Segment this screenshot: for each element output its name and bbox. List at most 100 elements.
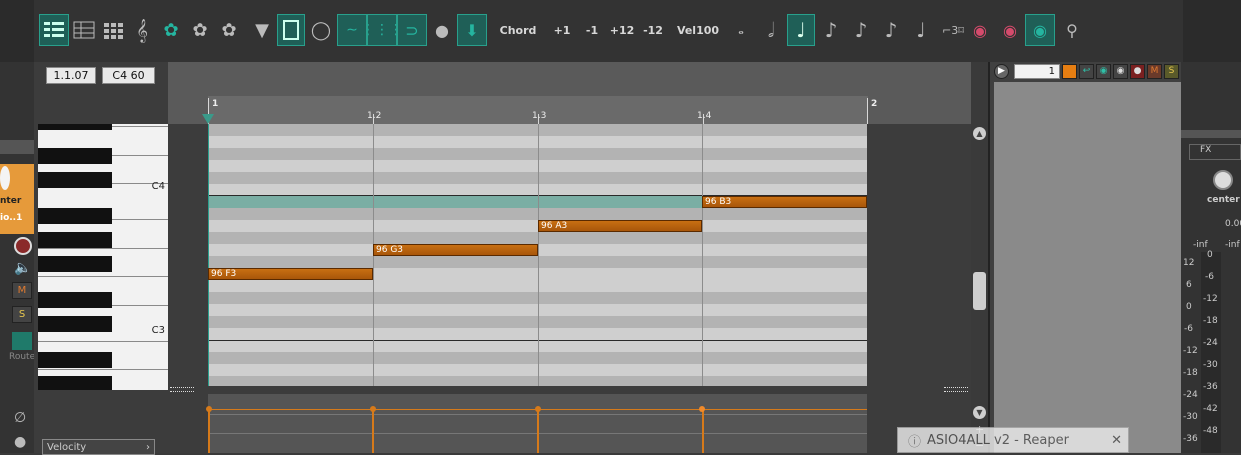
midi-note[interactable]: 96 A3 [538,220,702,232]
track-solo-button[interactable]: S [1164,63,1179,79]
loop-icon[interactable]: ✿ [216,15,242,45]
meter [1201,252,1221,453]
speaker-icon: 🔈 [14,260,32,276]
phase-icon[interactable]: ∅ [14,410,26,426]
transpose-minus1-button[interactable]: -1 [582,15,602,45]
piano-keys[interactable]: C4 C3 [38,124,168,390]
peak-right-label: -inf [1225,240,1240,250]
ruler-mark-1-4: 1.4 [697,111,712,121]
named-notes-view-icon[interactable] [70,15,98,45]
scroll-up-icon[interactable]: ▲ [973,127,986,140]
ruler-mark-1-3: 1.3 [532,111,547,121]
toolbar: 𝄞 ✿ ✿ ✿ ▼ ◯ ∼ ⋮⋮⋮ ⊃ ● ⬇ Chord +1 -1 +12 … [0,0,1241,62]
track-list-panel: ▶ 1 ↩ ◉ ◉ ● M S [988,62,1181,453]
track-mixer-strip: nter io..1 🔈 M S Route ∅ ● [0,62,36,453]
return-icon[interactable]: ↩ [1079,63,1094,79]
fx-button[interactable]: FX [1189,144,1241,160]
vertical-scrollbar[interactable]: ▲ ▼ [971,124,988,424]
track-header: ▶ 1 ↩ ◉ ◉ ● M S [994,62,1181,80]
selected-pitch-row [208,196,703,208]
play-from-icon[interactable]: ✿ [187,15,213,45]
triplet-icon[interactable]: ⌐3⌑ [940,15,966,45]
pan-label: center [1207,195,1240,205]
piano-keyboard-panel: 1.1.07 C4 60 C4 C3 [34,62,168,453]
zoom-search-icon[interactable]: ⚲ [1058,15,1086,45]
record-icon[interactable]: ● [1130,63,1145,79]
filter-icon[interactable]: ▼ [250,15,274,45]
play-icon[interactable]: ▶ [994,63,1009,79]
floating-window-title: ASIO4ALL v2 - Reaper [927,432,1069,448]
key-label-c4: C4 [151,181,165,192]
velocity-button[interactable]: Vel100 [676,15,720,45]
dotted-note-icon[interactable]: ♩ [910,15,932,45]
notation-view-icon[interactable]: 𝄞 [130,15,154,45]
fx-bypass-icon[interactable]: ● [14,434,26,450]
chord-button[interactable]: Chord [500,15,537,45]
hide-text-events-icon[interactable]: ◉ [968,15,992,45]
velocity-bar[interactable] [702,409,704,453]
pan-label: nter [0,196,22,206]
position-readout: 1.1.07 [46,67,96,84]
pan-knob[interactable] [1213,170,1233,190]
track-number[interactable]: 1 [1014,63,1060,79]
scroll-thumb[interactable] [973,272,986,310]
eye-icon[interactable]: ◉ [1113,63,1128,79]
transpose-plus12-button[interactable]: +12 [608,15,636,45]
route-label: Route [9,352,36,362]
lane-resize-handle-left[interactable] [170,387,194,392]
piano-roll-grid[interactable]: 96 F3 96 G3 96 A3 96 B3 [168,124,971,386]
velocity-bar[interactable] [372,409,374,453]
track-list-area[interactable] [994,82,1181,453]
midi-note[interactable]: 96 B3 [702,196,867,208]
transpose-minus12-button[interactable]: -12 [641,15,665,45]
master-mixer-strip: FX center 0.00dB -inf -inf 12 6 0 -6 -12… [1181,62,1241,453]
ruler-mark-1: 1 [212,99,219,109]
insert-note-icon[interactable]: ✿ [158,15,184,45]
ruler-mark-2: 2 [871,99,878,109]
sixteenth-note-icon[interactable]: ♪ [850,15,872,45]
ruler-mark-1-2: 1.2 [367,111,382,121]
midi-note[interactable]: 96 F3 [208,268,373,280]
cc-scroll-down-icon[interactable]: ▼ [973,406,986,419]
info-icon: ⓘ [908,434,922,450]
db-label: 0.00dB [1225,219,1241,229]
drum-grid-view-icon[interactable] [100,15,128,45]
velocity-bar[interactable] [208,409,210,453]
lane-resize-handle-right[interactable] [944,387,968,392]
chevron-right-icon: › [146,441,150,453]
pan-knob[interactable] [0,166,10,190]
midi-note[interactable]: 96 G3 [373,244,538,256]
cc-lane[interactable]: Velocity › [42,386,971,455]
show-events-icon[interactable]: ◉ [1025,14,1055,46]
velocity-bar[interactable] [537,409,539,453]
record-arm-button[interactable] [14,237,32,255]
route-icon[interactable] [12,332,32,350]
quarter-note-icon[interactable]: ♩ [787,14,815,46]
transpose-plus1-button[interactable]: +1 [552,15,572,45]
snap-magnet-icon[interactable]: ⊃ [397,14,427,46]
timeline-ruler[interactable]: 1 1.2 1.3 1.4 2 [168,62,971,124]
track-color-swatch[interactable] [1062,63,1077,79]
io-label: io..1 [0,213,23,223]
key-label-c3: C3 [151,325,165,336]
thirtysecond-note-icon[interactable]: ♪ [880,15,902,45]
download-icon[interactable]: ⬇ [457,14,487,46]
floating-window-titlebar[interactable]: ⓘ ASIO4ALL v2 - Reaper ✕ [897,427,1129,453]
search-event-icon[interactable]: ◯ [308,15,334,45]
hide-sysex-icon[interactable]: ◉ [998,15,1022,45]
pitch-readout: C4 60 [102,67,155,84]
snap-edge-icon[interactable] [277,14,305,46]
cc-lane-label: Velocity [47,441,87,453]
lock-icon[interactable]: ◉ [1096,63,1111,79]
piano-roll-view-icon[interactable] [39,14,69,46]
footprint-icon[interactable]: ● [430,15,454,45]
grid-dots-icon[interactable]: ⋮⋮⋮ [361,14,403,46]
close-icon[interactable]: ✕ [1111,433,1122,448]
track-mute-button[interactable]: M [1147,63,1162,79]
eighth-note-icon[interactable]: ♪ [820,15,842,45]
whole-note-icon[interactable]: 𝅝 [730,15,752,45]
peak-left-label: -inf [1193,240,1208,250]
mute-button[interactable]: M [12,282,32,299]
half-note-icon[interactable]: 𝅗𝅥 [760,15,782,45]
solo-button[interactable]: S [12,306,32,323]
